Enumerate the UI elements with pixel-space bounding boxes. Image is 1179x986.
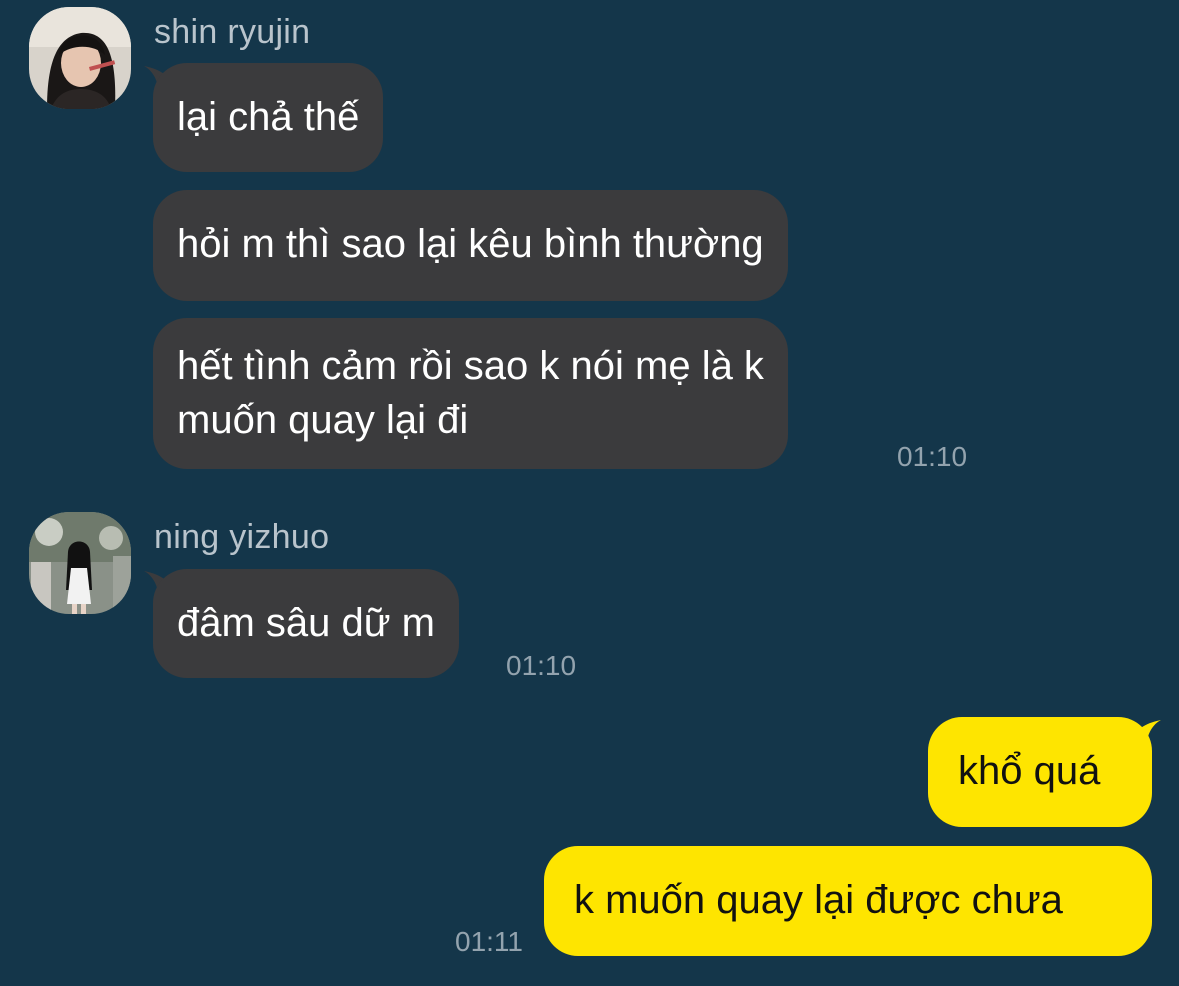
profile-photo-icon <box>29 512 131 614</box>
message-timestamp: 01:10 <box>506 650 577 681</box>
message-bubble-outgoing[interactable]: khổ quá <box>928 717 1152 827</box>
message-text: khổ quá <box>958 749 1101 793</box>
message-text: hỏi m thì sao lại kêu bình thường <box>177 222 764 266</box>
chat-screen: { "colors": { "background": "#14364a", "… <box>0 0 1179 986</box>
avatar-shin-ryujin[interactable] <box>29 7 131 109</box>
sender-name: shin ryujin <box>154 13 311 51</box>
message-text: đâm sâu dữ m <box>177 601 435 645</box>
message-bubble[interactable]: đâm sâu dữ m <box>153 569 459 678</box>
message-bubble[interactable]: hết tình cảm rồi sao k nói mẹ là k muốn … <box>153 318 788 469</box>
message-timestamp: 01:10 <box>897 441 968 472</box>
message-bubble[interactable]: hỏi m thì sao lại kêu bình thường <box>153 190 788 301</box>
avatar-ning-yizhuo[interactable] <box>29 512 131 614</box>
message-timestamp: 01:11 <box>455 926 523 957</box>
message-text: k muốn quay lại được chưa <box>574 878 1063 922</box>
profile-photo-icon <box>29 7 131 109</box>
message-text-line-1: hết tình cảm rồi sao k nói mẹ là k <box>177 344 764 388</box>
message-bubble-outgoing[interactable]: k muốn quay lại được chưa <box>544 846 1152 956</box>
message-bubble[interactable]: lại chả thế <box>153 63 384 172</box>
sender-name: ning yizhuo <box>154 518 330 556</box>
message-text: lại chả thế <box>177 95 360 139</box>
message-text-line-2: muốn quay lại đi <box>177 398 469 442</box>
